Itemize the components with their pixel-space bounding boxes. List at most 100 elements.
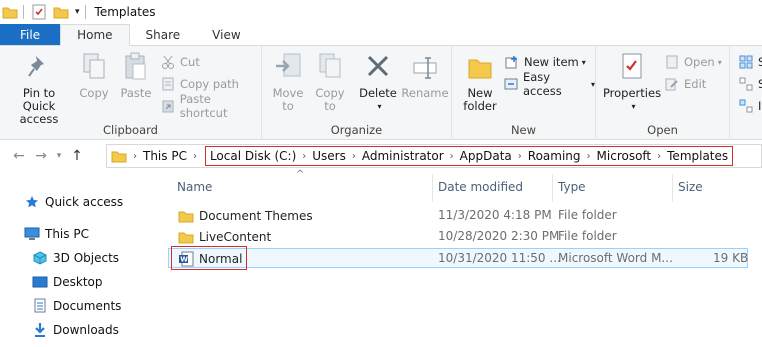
file-highlight-box [171,246,247,270]
column-header-size[interactable]: Size [678,180,703,194]
properties-icon [616,50,648,84]
back-arrow-icon[interactable]: ← [8,148,30,164]
breadcrumb-users[interactable]: Users [312,149,346,163]
new-item-dropdown-icon: ▾ [581,57,586,67]
easy-access-icon [504,76,519,92]
move-to-button[interactable]: Move to [268,50,308,113]
cut-button[interactable]: Cut [160,52,200,72]
breadcrumb-local-disk[interactable]: Local Disk (C:) [210,149,296,163]
breadcrumb-appdata[interactable]: AppData [460,149,512,163]
breadcrumb-separator-icon: › [302,150,307,162]
nav-item-desktop[interactable]: Desktop [32,274,103,290]
breadcrumb-separator-icon: › [657,150,662,162]
up-arrow-icon[interactable]: ↑ [66,148,88,164]
computer-icon [24,226,40,242]
breadcrumb-this-pc[interactable]: This PC [143,149,187,163]
file-row-selected[interactable]: W Normal 10/31/2020 11:50 ... Microsoft … [168,248,748,268]
nav-item-documents[interactable]: Documents [32,298,121,314]
paste-shortcut-button[interactable]: Paste shortcut [160,92,261,120]
nav-item-quick-access[interactable]: Quick access [24,194,123,210]
star-icon [24,194,40,210]
edit-button[interactable]: Edit [664,74,706,94]
move-label-line2: to [282,99,294,113]
nav-item-3d-objects[interactable]: 3D Objects [32,250,119,266]
cube-icon [32,250,48,266]
rename-button[interactable]: Rename [401,50,449,100]
tab-share[interactable]: Share [130,24,197,45]
paste-shortcut-icon [160,98,176,114]
open-button[interactable]: Open ▾ [664,52,722,72]
properties-icon[interactable] [31,4,47,20]
file-name-cell: Document Themes [178,208,313,224]
tab-home[interactable]: Home [60,24,130,46]
new-item-button[interactable]: New item ▾ [504,52,586,72]
properties-dropdown-icon[interactable]: ▾ [631,100,635,113]
rename-label: Rename [401,86,449,100]
easy-access-button[interactable]: Easy access ▾ [504,70,595,98]
breadcrumb-roaming[interactable]: Roaming [528,149,581,163]
column-divider[interactable] [672,174,673,202]
organize-group-label: Organize [330,123,383,137]
tab-file[interactable]: File [0,24,61,45]
breadcrumb-separator-icon: › [586,150,591,162]
breadcrumb-microsoft[interactable]: Microsoft [597,149,652,163]
newfolder-label-line2: folder [463,99,497,113]
scissors-icon [160,54,176,70]
invert-selection-button[interactable]: I [738,96,761,116]
file-type: File folder [558,208,617,222]
new-folder-icon[interactable] [53,4,69,20]
nav-item-label: Desktop [53,275,103,289]
sort-ascending-icon: ^ [296,169,305,180]
desktop-icon [32,274,48,290]
invert-selection-label: I [758,99,762,113]
copy-icon [78,50,110,84]
delete-button[interactable]: Delete ▾ [358,50,398,113]
organize-group: Move to Copy to Delete ▾ Rename Organize [262,46,452,140]
column-divider[interactable] [432,174,433,202]
delete-x-icon [362,50,394,84]
file-row[interactable]: LiveContent 10/28/2020 2:30 PM File fold… [168,227,748,247]
recent-locations-chevron-icon[interactable]: ▾ [52,151,66,161]
customize-dropdown-icon[interactable]: ▾ [75,7,80,17]
tab-view[interactable]: View [196,24,256,45]
copy-path-label: Copy path [180,77,239,91]
file-row[interactable]: Document Themes 11/3/2020 4:18 PM File f… [168,206,748,226]
nav-item-label: Quick access [45,195,124,209]
column-header-type[interactable]: Type [558,180,586,194]
breadcrumb-separator-icon: › [133,150,137,162]
copy-label: Copy [79,86,109,100]
paste-icon [120,50,152,84]
new-folder-icon [464,50,496,84]
address-bar[interactable]: › This PC › Local Disk (C:) › Users › Ad… [106,144,762,168]
copy-path-button[interactable]: Copy path [160,74,239,94]
column-header-name[interactable]: Name [177,180,212,194]
invert-selection-icon [738,98,754,114]
title-bar: ▾ Templates [0,0,762,24]
navigation-row: ← → ▾ ↑ › This PC › Local Disk (C:) › Us… [0,140,762,172]
paste-button[interactable]: Paste [118,50,154,100]
select-all-button[interactable]: S [738,52,762,72]
breadcrumb-separator-icon: › [351,150,356,162]
open-group-label: Open [647,123,678,137]
file-list: ^ Name Date modified Type Size Document … [158,169,762,347]
ribbon-tabs: File Home Share View [0,24,762,46]
breadcrumb-administrator[interactable]: Administrator [362,149,444,163]
delete-dropdown-icon[interactable]: ▾ [377,100,381,113]
cut-label: Cut [180,55,200,69]
move-to-icon [272,50,304,84]
properties-button[interactable]: Properties ▾ [602,50,662,113]
breadcrumb-templates[interactable]: Templates [667,149,728,163]
new-folder-button[interactable]: New folder [460,50,500,113]
forward-arrow-icon[interactable]: → [30,148,52,164]
column-header-date-modified[interactable]: Date modified [438,180,523,194]
pin-to-quick-access-button[interactable]: Pin to Quick access [6,50,72,126]
nav-item-this-pc[interactable]: This PC [24,226,89,242]
nav-item-downloads[interactable]: Downloads [32,322,119,338]
open-group: Properties ▾ Open ▾ Edit Open [596,46,730,140]
column-divider[interactable] [552,174,553,202]
copy-button[interactable]: Copy [76,50,112,100]
edit-label: Edit [684,77,707,91]
copy-to-button[interactable]: Copy to [310,50,350,113]
pin-label-line1: Pin to Quick [22,86,56,113]
select-none-button[interactable]: S [738,74,762,94]
